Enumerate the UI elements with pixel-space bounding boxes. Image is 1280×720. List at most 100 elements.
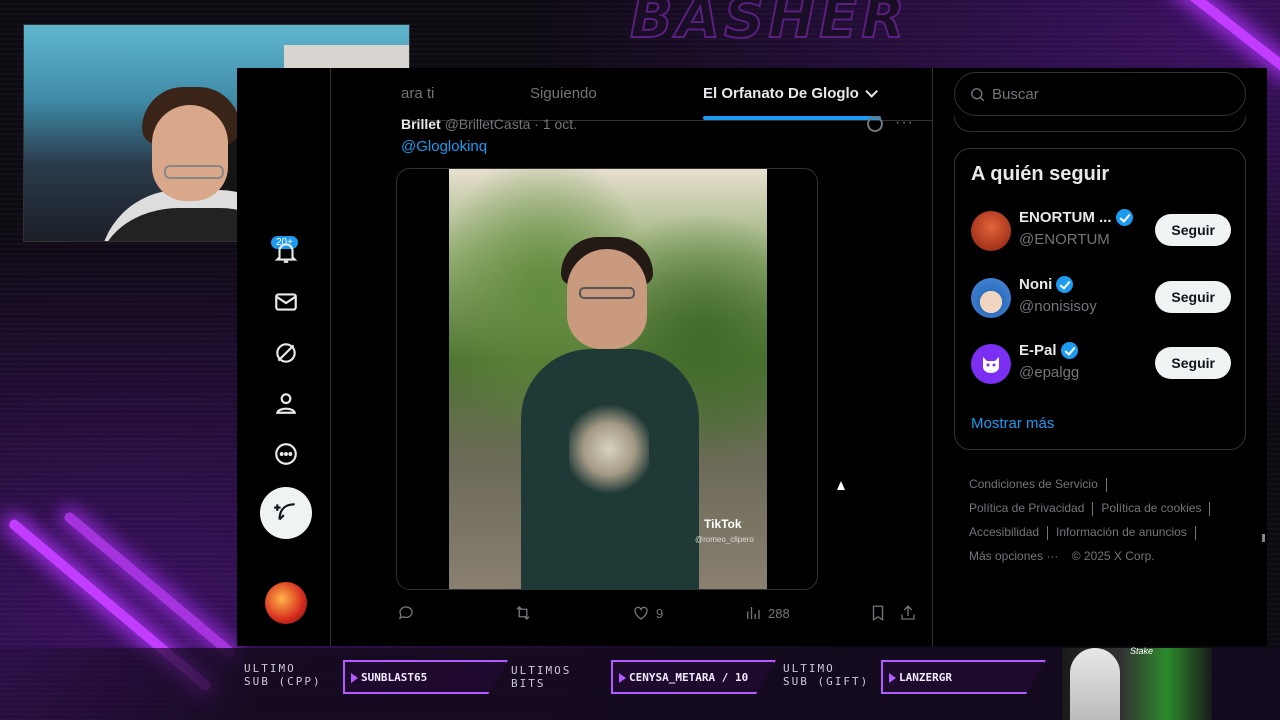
account-name: ENORTUM ... (1019, 209, 1133, 226)
tweet-actions: 9 288 (389, 600, 919, 626)
verified-badge-icon (1056, 276, 1074, 293)
like-count: 9 (656, 605, 664, 621)
repost-button[interactable] (514, 604, 538, 622)
footer-copyright: © 2025 X Corp. (1071, 549, 1155, 563)
repost-icon (516, 606, 530, 620)
footer-link-cookies[interactable]: Política de cookies (1101, 501, 1201, 515)
right-sidebar: A quién seguir ENORTUM ... @ENORTUM Segu… (953, 68, 1247, 646)
video-person-head (567, 249, 647, 349)
account-avatar-enortum (971, 211, 1011, 251)
tweet-header: Brillet @BrilletCasta · 1 oct. (401, 116, 577, 132)
footer-separator (1105, 477, 1107, 492)
sidebar-footer: Condiciones de Servicio Política de Priv… (969, 472, 1239, 568)
video-frame: TikTok @romeo_clipero (449, 169, 767, 589)
footer-link-accessibility[interactable]: Accesibilidad (969, 525, 1039, 539)
value-last-sub-cpp: SUNBLAST65 (343, 660, 508, 694)
search-icon (971, 87, 985, 101)
label-last-sub-cpp: ULTIMO SUB (CPP) (244, 662, 322, 688)
bell-icon[interactable] (266, 232, 306, 272)
timeline-column: Para ti Siguiendo El Orfanato De Gloglo … (331, 68, 933, 646)
scrollbar-thumb[interactable] (1262, 534, 1265, 542)
grok-explain-icon[interactable] (867, 116, 883, 132)
footer-link-terms[interactable]: Condiciones de Servicio (969, 477, 1098, 491)
footer-separator (1209, 501, 1211, 516)
tiktok-handle: @romeo_clipero (695, 535, 754, 544)
follow-button-enortum[interactable]: Seguir (1155, 214, 1231, 246)
verified-badge-icon (1115, 209, 1133, 226)
who-to-follow-title: A quién seguir (971, 163, 1110, 185)
account-name-text: ENORTUM ... (1019, 209, 1112, 226)
reply-button[interactable] (397, 604, 421, 622)
x-app-window: 20+ Para ti Siguiendo El Orfanato De Glo… (237, 68, 1267, 646)
like-button[interactable]: 9 (632, 604, 663, 622)
stake-tag: Stake (1130, 646, 1154, 656)
who-to-follow-card: A quién seguir ENORTUM ... @ENORTUM Segu… (954, 148, 1246, 450)
views-button[interactable]: 288 (744, 604, 790, 622)
overlay-banner-text: BASHER (629, 0, 909, 52)
footer-link-more-options[interactable]: Más opciones ··· (969, 549, 1058, 563)
footer-separator (1092, 501, 1094, 516)
footer-link-ads-info[interactable]: Información de anuncios (1056, 525, 1187, 539)
suggested-account[interactable]: Noni @nonisisoy Seguir (971, 276, 1231, 322)
account-avatar[interactable] (265, 582, 307, 624)
show-more-link[interactable]: Mostrar más (971, 415, 1054, 432)
bookmark-icon (872, 605, 884, 622)
more-icon[interactable] (266, 434, 306, 474)
footer-link-privacy[interactable]: Política de Privacidad (969, 501, 1084, 515)
account-name-text: E-Pal (1019, 342, 1057, 359)
webcam-streamer-glasses (164, 165, 224, 179)
search-box[interactable] (954, 72, 1246, 116)
previous-card-edge (954, 116, 1246, 132)
video-shirt-print (569, 399, 649, 499)
follow-button-noni[interactable]: Seguir (1155, 281, 1231, 313)
tab-following[interactable]: Siguiendo (530, 85, 597, 102)
timeline-tabs: Para ti Siguiendo El Orfanato De Gloglo (331, 68, 932, 121)
view-count: 288 (768, 605, 790, 621)
feather-plus-icon (274, 503, 295, 521)
account-handle: @nonisisoy (1019, 298, 1097, 315)
tab-community-label: El Orfanato De Gloglo (703, 85, 859, 102)
tweet-video[interactable]: TikTok @romeo_clipero (396, 168, 818, 590)
label-last-sub-gift: ULTIMO SUB (GIFT) (783, 662, 870, 688)
chevron-down-icon (865, 85, 878, 98)
value-last-sub-gift: LANZERGR (881, 660, 1046, 694)
account-handle: @epalgg (1019, 364, 1080, 381)
footer-separator (1194, 525, 1196, 540)
account-handle: @ENORTUM (1019, 231, 1110, 248)
verified-badge-icon (1060, 342, 1078, 359)
tab-community[interactable]: El Orfanato De Gloglo (703, 85, 878, 102)
mouse-cursor-icon (837, 481, 845, 490)
bookmark-button[interactable] (869, 604, 893, 622)
analytics-icon (747, 607, 760, 619)
tweet-author-handle[interactable]: @BrilletCasta (445, 116, 531, 132)
webcam-streamer-head (152, 105, 228, 201)
grok-icon[interactable] (266, 333, 306, 373)
left-navigation: 20+ (237, 68, 331, 646)
active-tab-indicator (703, 116, 881, 120)
value-last-bits: CENYSA_METARA / 10 (611, 660, 776, 694)
overlay-character-face (1070, 648, 1120, 720)
footer-separator (1047, 525, 1049, 540)
cat-logo-icon (983, 357, 999, 373)
suggested-account[interactable]: ENORTUM ... @ENORTUM Seguir (971, 209, 1231, 255)
tweet-mention-link[interactable]: @Gloglokinq (401, 138, 487, 155)
tweet-more-icon[interactable]: ··· (895, 114, 914, 132)
share-button[interactable] (899, 604, 923, 622)
share-icon (901, 605, 915, 620)
compose-post-button[interactable] (260, 487, 312, 539)
reply-icon (398, 606, 413, 620)
tab-mask (331, 68, 401, 121)
tweet-date[interactable]: · 1 oct. (534, 116, 577, 132)
tweet-author-name[interactable]: Brillet (401, 116, 441, 132)
suggested-account[interactable]: E-Pal @epalgg Seguir (971, 342, 1231, 388)
tiktok-watermark: TikTok (704, 517, 742, 531)
profile-icon[interactable] (266, 383, 306, 423)
mail-icon[interactable] (266, 282, 306, 322)
account-avatar-epal (971, 344, 1011, 384)
search-input[interactable] (992, 85, 1232, 103)
account-name-text: Noni (1019, 276, 1053, 293)
neon-bar-top-right (1163, 0, 1280, 79)
video-person-glasses (579, 287, 635, 299)
follow-button-epal[interactable]: Seguir (1155, 347, 1231, 379)
account-name: Noni (1019, 276, 1074, 293)
